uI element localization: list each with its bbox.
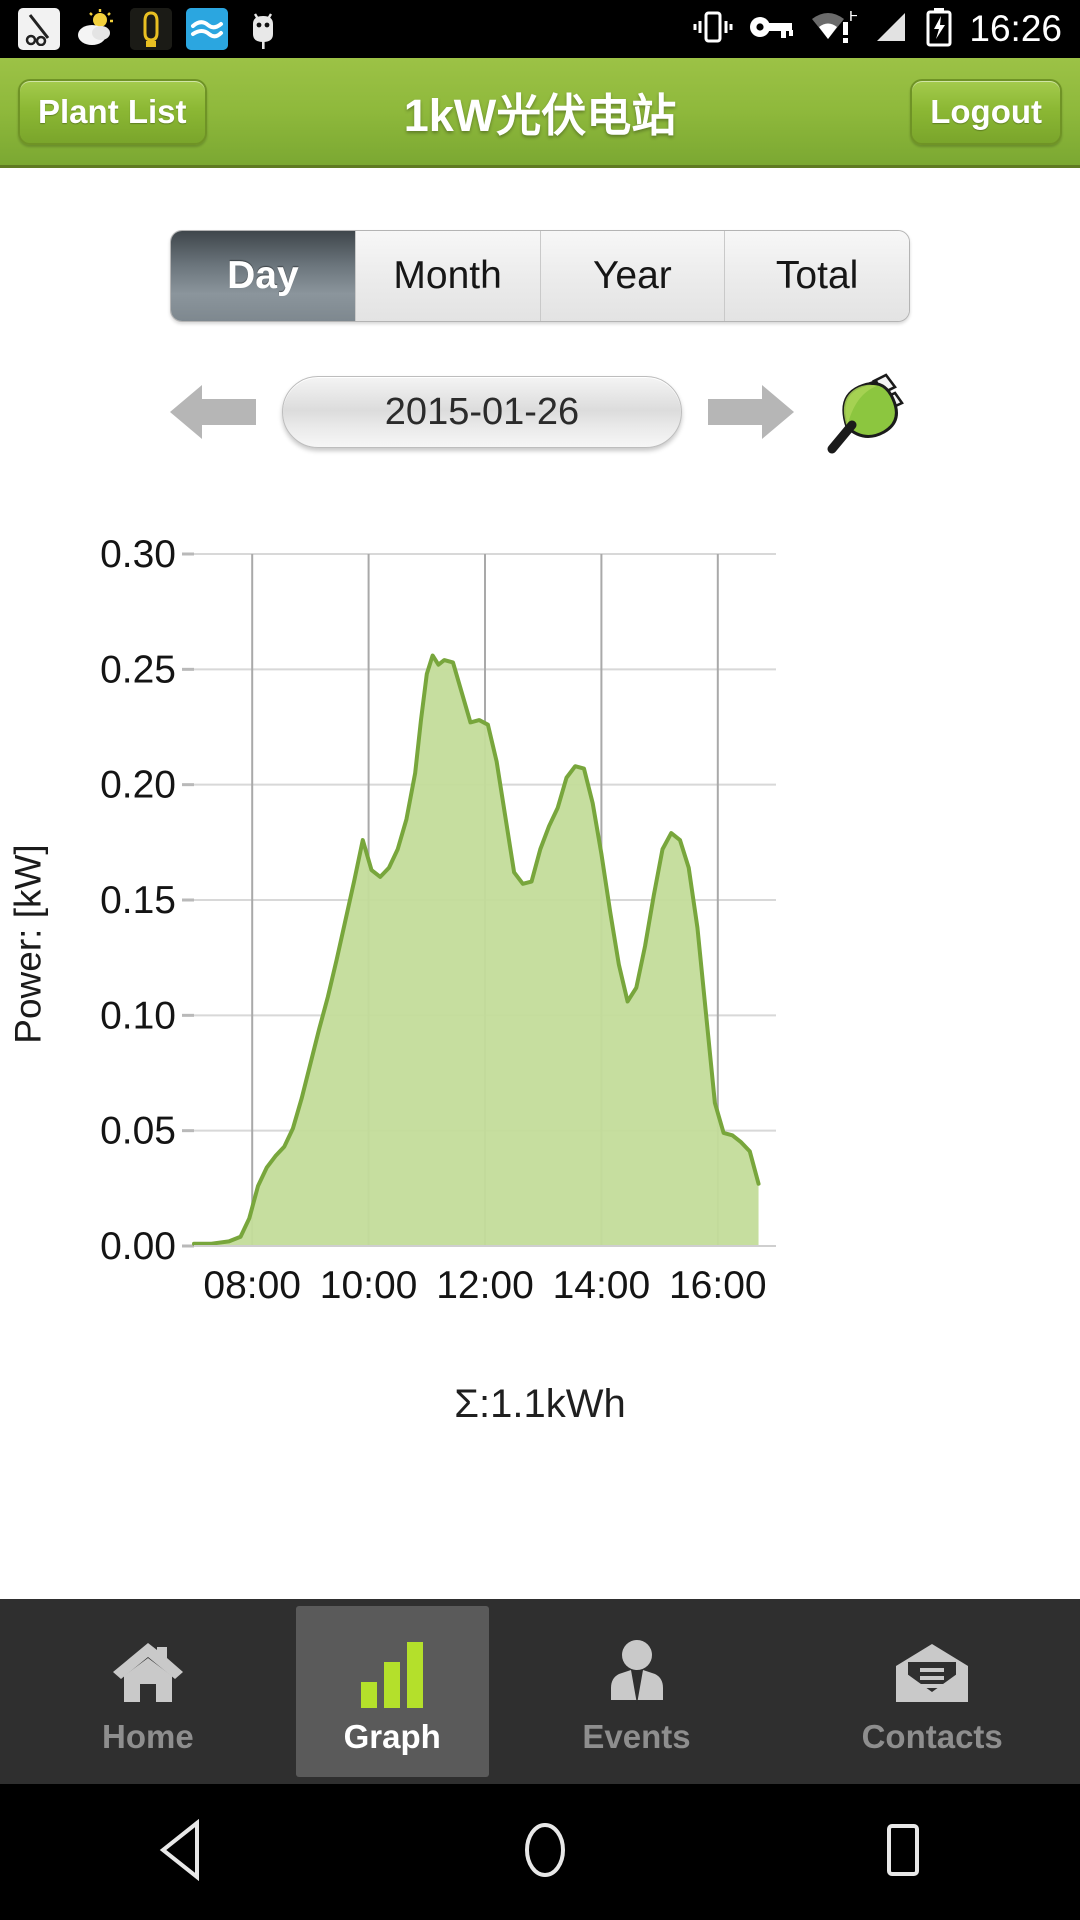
nav-label-events: Events [582,1717,691,1755]
android-debug-icon [242,8,284,50]
svg-text:14:00: 14:00 [553,1264,651,1307]
home-icon [109,1634,187,1708]
svg-text:0.30: 0.30 [100,533,176,576]
svg-text:0.25: 0.25 [100,648,176,691]
svg-text:08:00: 08:00 [203,1264,301,1307]
logout-button[interactable]: Logout [910,78,1062,145]
wind-app-icon [186,8,228,50]
battery-charging-icon [925,7,953,52]
wifi-warning-icon: H [809,8,860,51]
nav-item-events[interactable]: Events [489,1599,785,1784]
svg-text:0.10: 0.10 [100,994,176,1037]
nav-item-contacts[interactable]: Contacts [784,1599,1080,1784]
plant-list-button[interactable]: Plant List [18,78,207,145]
status-bar-clock: 16:26 [969,8,1062,49]
svg-text:0.05: 0.05 [100,1110,176,1153]
tab-total[interactable]: Total [724,231,909,321]
period-segmented-control[interactable]: Day Month Year Total [170,230,910,322]
open-envelope-icon [892,1634,972,1708]
vpn-key-icon [749,11,794,48]
signal-h-icon [873,8,909,51]
svg-text:12:00: 12:00 [436,1264,534,1307]
tab-month[interactable]: Month [354,231,540,321]
tab-day[interactable]: Day [171,231,355,321]
amber-app-icon [130,8,172,50]
app-header: Plant List 1kW光伏电站 Logout [0,58,1080,168]
scissors-app-icon [18,8,60,50]
svg-text:0.00: 0.00 [100,1225,176,1268]
power-chart: Power: [kW] 0.00 0.05 0.10 0.15 0.20 0.25 0.30… [0,524,1080,1364]
svg-text:0.20: 0.20 [100,764,176,807]
nav-label-contacts: Contacts [861,1717,1003,1755]
chart-canvas: 0.00 0.05 0.10 0.15 0.20 0.25 0.30 08:00 10:00 12… [100,533,776,1307]
status-bar-system-icons: H 16:26 [693,7,1062,52]
bar-chart-icon [353,1634,431,1708]
daily-total-label: Σ:1.1kWh [454,1382,626,1426]
nav-item-home[interactable]: Home [0,1599,296,1784]
nav-label-graph: Graph [343,1717,441,1755]
leaf-plug-icon[interactable] [822,369,912,455]
status-bar-app-icons [18,8,284,50]
arrow-right-icon[interactable] [706,379,796,445]
svg-text:0.15: 0.15 [100,879,176,922]
date-display[interactable]: 2015-01-26 [282,376,682,448]
vibrate-icon [693,8,733,51]
bottom-navigation-bar: Home Graph Events Contacts [0,1599,1080,1784]
period-tab-container: Day Month Year Total [0,168,1080,322]
svg-text:10:00: 10:00 [320,1264,418,1307]
weather-app-icon [74,8,116,50]
svg-text:16:00: 16:00 [669,1264,767,1307]
square-recents-icon[interactable] [879,1819,927,1886]
person-tie-icon [601,1634,673,1708]
nav-item-graph[interactable]: Graph [295,1606,489,1777]
triangle-back-icon[interactable] [153,1818,211,1886]
tab-year[interactable]: Year [539,231,725,321]
svg-text:H: H [849,8,857,25]
android-status-bar: H 16:26 [0,0,1080,58]
android-system-nav [0,1784,1080,1920]
date-navigation: 2015-01-26 [0,364,1080,460]
arrow-left-icon[interactable] [168,379,258,445]
nav-label-home: Home [101,1717,194,1755]
circle-home-icon[interactable] [517,1819,573,1886]
